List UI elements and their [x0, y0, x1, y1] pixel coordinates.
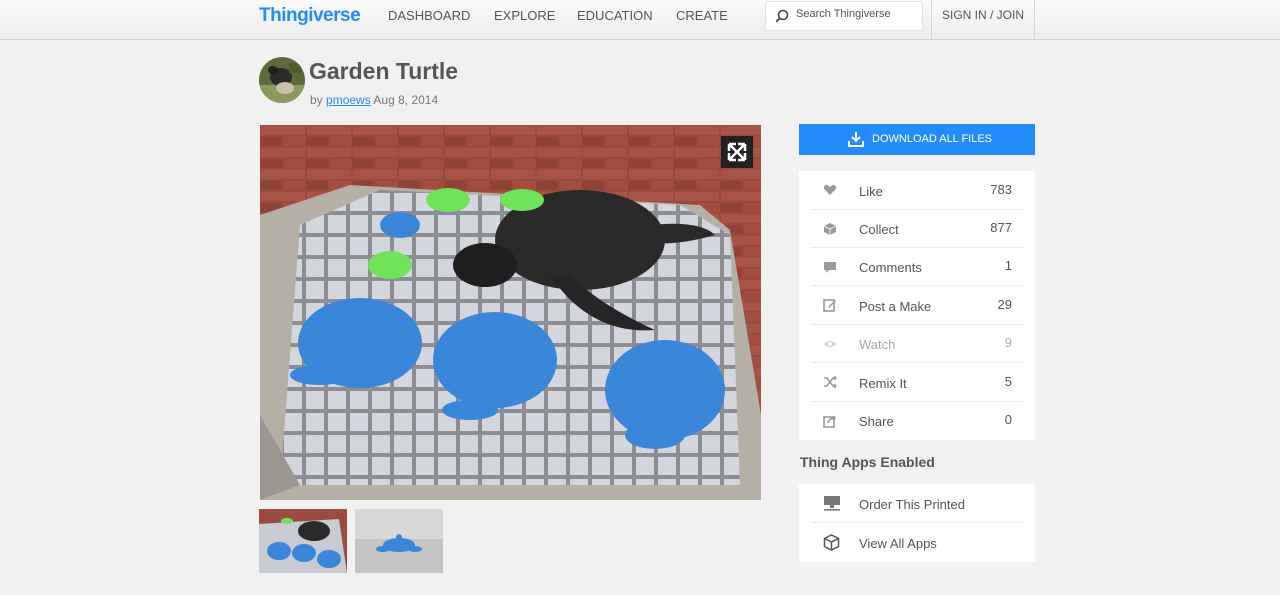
watch-label: Watch: [859, 337, 896, 352]
search-icon: [775, 9, 789, 23]
like-action[interactable]: Like 783: [811, 171, 1023, 210]
collect-icon: [823, 223, 837, 235]
cube-icon: [823, 534, 840, 551]
thing-apps-heading: Thing Apps Enabled: [800, 454, 935, 470]
order-this-printed-label: Order This Printed: [859, 497, 965, 512]
nav-education[interactable]: EDUCATION: [577, 8, 653, 23]
download-label: DOWNLOAD ALL FILES: [872, 133, 993, 145]
printer-icon: [824, 496, 840, 511]
watch-count: 9: [1004, 335, 1012, 350]
remix-it-count: 5: [1004, 374, 1012, 389]
view-all-apps-link[interactable]: View All Apps: [811, 523, 1023, 562]
thumbnail-photo[interactable]: [259, 509, 347, 573]
post-a-make-count: 29: [997, 297, 1012, 312]
apps-panel: Order This Printed View All Apps: [799, 484, 1035, 562]
collect-label: Collect: [859, 222, 899, 237]
fullscreen-button[interactable]: [721, 136, 753, 168]
heart-icon: [823, 185, 837, 195]
nav-dashboard[interactable]: DASHBOARD: [388, 8, 470, 23]
comments-label: Comments: [859, 260, 922, 275]
collect-count: 877: [990, 220, 1012, 235]
author-link[interactable]: pmoews: [326, 93, 371, 107]
publish-date: Aug 8, 2014: [373, 93, 439, 107]
share-icon: [823, 415, 837, 428]
share-label: Share: [859, 414, 894, 429]
share-count: 0: [1004, 412, 1012, 427]
nav-explore[interactable]: EXPLORE: [494, 8, 555, 23]
thing-title: Garden Turtle: [309, 58, 459, 84]
nav-create[interactable]: CREATE: [676, 8, 728, 23]
like-label: Like: [859, 184, 883, 199]
remix-it-label: Remix It: [859, 376, 907, 391]
main-photo[interactable]: [260, 125, 761, 500]
shuffle-icon: [824, 375, 837, 389]
view-all-apps-label: View All Apps: [859, 536, 937, 551]
thingiverse-logo[interactable]: Thingiverse: [259, 5, 361, 27]
search-box: [765, 1, 923, 31]
share-action[interactable]: Share 0: [811, 402, 1023, 440]
remix-it-action[interactable]: Remix It 5: [811, 363, 1023, 402]
expand-icon: [727, 142, 747, 162]
post-a-make-label: Post a Make: [859, 299, 932, 314]
comments-count: 1: [1004, 258, 1012, 273]
watch-action[interactable]: Watch 9: [811, 325, 1023, 363]
order-this-printed-link[interactable]: Order This Printed: [811, 484, 1023, 523]
post-a-make-action[interactable]: Post a Make 29: [811, 286, 1023, 325]
collect-action[interactable]: Collect 877: [811, 210, 1023, 248]
edit-icon: [823, 299, 836, 312]
comment-icon: [824, 262, 836, 273]
sign-in-join-link[interactable]: SIGN IN / JOIN: [931, 0, 1035, 40]
byline: by pmoews Aug 8, 2014: [310, 93, 438, 107]
thumbnail-render[interactable]: [355, 509, 443, 573]
author-avatar[interactable]: [259, 57, 305, 103]
comments-action[interactable]: Comments 1: [811, 248, 1023, 286]
download-icon: [848, 132, 864, 147]
like-count: 783: [990, 182, 1012, 197]
top-navigation-bar: Thingiverse DASHBOARD EXPLORE EDUCATION …: [0, 0, 1280, 40]
eye-icon: [824, 341, 836, 347]
search-input[interactable]: [796, 8, 916, 20]
actions-panel: Like 783 Collect 877 Comments 1 Post a M…: [799, 171, 1035, 440]
by-label: by: [310, 93, 323, 107]
download-all-files-button[interactable]: DOWNLOAD ALL FILES: [799, 124, 1035, 155]
